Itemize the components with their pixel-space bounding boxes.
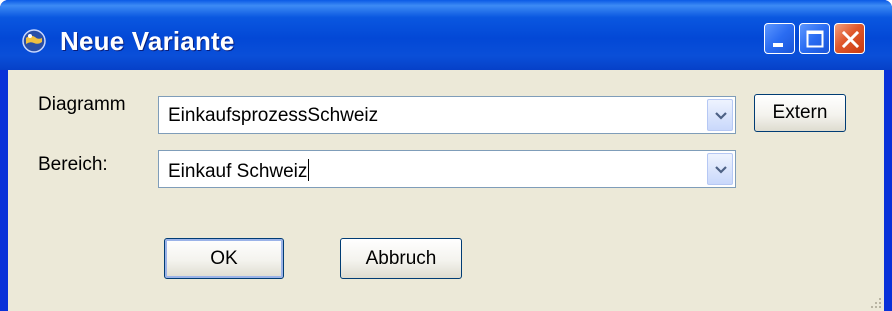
diagram-label: Diagramm [38,94,126,115]
area-value-wrap[interactable]: Einkauf Schweiz [168,159,310,183]
minimize-button[interactable] [764,23,795,54]
close-button[interactable] [834,23,865,54]
area-value: Einkauf Schweiz [168,161,308,182]
resize-grip-icon[interactable] [868,295,882,309]
maximize-icon [806,30,824,48]
area-combobox[interactable]: Einkauf Schweiz [158,150,736,188]
window-title: Neue Variante [60,26,235,56]
diagram-dropdown-button[interactable] [707,99,733,131]
title-bar[interactable]: Neue Variante [0,0,892,70]
diagram-value: EinkaufsprozessSchweiz [168,105,379,126]
area-label: Bereich: [38,154,108,175]
close-icon [841,30,860,49]
chevron-down-icon [715,112,727,120]
area-dropdown-button[interactable] [707,153,733,185]
dialog-window: Neue Variante Diagramm EinkaufsprozessSc… [0,0,892,311]
app-globe-icon [22,29,46,53]
extern-button[interactable]: Extern [754,94,846,132]
text-cursor [308,159,310,181]
maximize-button[interactable] [799,23,830,54]
diagram-combobox[interactable]: EinkaufsprozessSchweiz [158,96,736,134]
minimize-icon [773,43,783,47]
chevron-down-icon [715,166,727,174]
ok-button[interactable]: OK [164,238,284,279]
dialog-body: Diagramm EinkaufsprozessSchweiz Extern B… [8,70,884,311]
cancel-button[interactable]: Abbruch [340,238,462,279]
